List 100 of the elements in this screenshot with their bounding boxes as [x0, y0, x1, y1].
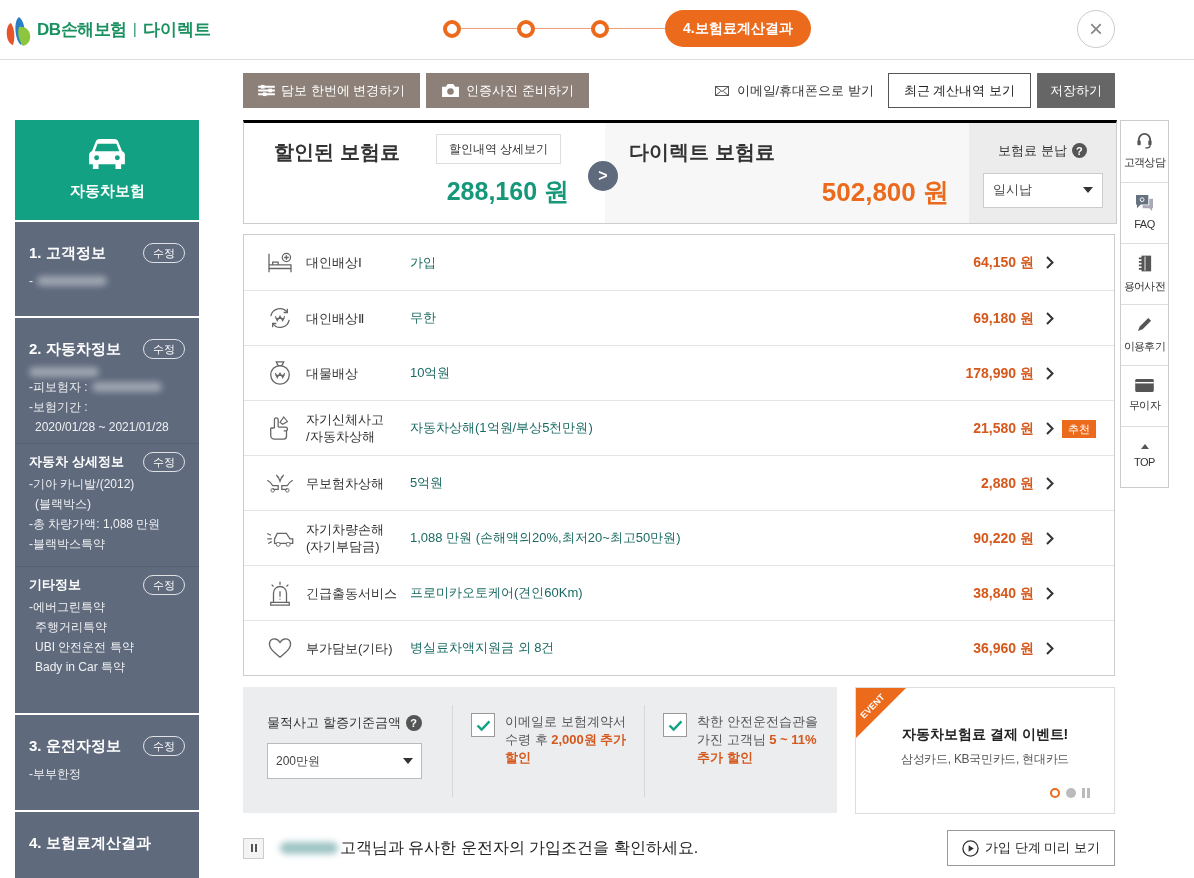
cycle-icon [267, 307, 293, 329]
coverage-row[interactable]: 무보험차상해 5억원 2,880 원 [244, 455, 1114, 510]
info-text: -총 차량가액: 1,088 만원 [29, 515, 161, 533]
info-text: UBI 안전운전 특약 [35, 638, 134, 656]
installment-select[interactable]: 일시납 [982, 172, 1103, 208]
direct-amount: 502,800 원 [821, 176, 949, 209]
up-arrow-icon[interactable] [1140, 443, 1149, 449]
section-title[interactable]: 3. 운전자정보 [29, 735, 121, 758]
discount-detail-button[interactable]: 할인내역 상세보기 [436, 134, 562, 164]
direct-premium-title: 다이렉트 보험료 [629, 140, 775, 165]
coverage-row[interactable]: 긴급출동서비스 프로미카오토케어(견인60Km) 38,840 원 [244, 565, 1114, 620]
check-icon [475, 719, 491, 731]
subsection-title: 자동차 상세정보 [29, 452, 124, 471]
quick-menu-link[interactable]: 고객상담 [1123, 154, 1166, 171]
coverage-value: 5억원 [410, 474, 445, 493]
info-text: 주행거리특약 [35, 618, 107, 636]
event-subtitle: 삼성카드, KB국민카드, 현대카드 [900, 751, 1070, 768]
info-text: -블랙박스특약 [29, 535, 105, 553]
save-button[interactable]: 저장하기 [1037, 73, 1115, 108]
brand-name: DB손해보험 [37, 18, 127, 41]
coverage-value: 자동차상해(1억원/부상5천만원) [410, 419, 594, 438]
quick-menu-link[interactable]: 용어사전 [1123, 277, 1166, 295]
sliders-icon [258, 84, 275, 97]
pause-button[interactable] [243, 837, 264, 859]
info-text: - [29, 272, 33, 290]
envelope-icon [714, 85, 729, 96]
card-icon[interactable] [1135, 378, 1154, 392]
coverage-row[interactable]: 대물배상 10억원 178,990 원 [244, 345, 1114, 400]
chevron-icon [1046, 311, 1054, 325]
info-text: (블랙박스) [35, 495, 91, 513]
coverage-value: 10억원 [410, 364, 452, 383]
check-icon [667, 719, 683, 731]
help-icon[interactable]: ? [405, 714, 422, 731]
preview-steps-button[interactable]: 가입 단계 미리 보기 [947, 830, 1115, 866]
blurred-text [29, 366, 99, 377]
product-title: 자동차보험 [69, 180, 145, 201]
threshold-select[interactable]: 200만원 [267, 742, 422, 779]
pause-icon [250, 844, 257, 852]
chevron-icon [1046, 256, 1054, 269]
quick-menu-link[interactable]: 무이자 [1128, 396, 1161, 414]
current-step: 4.보험료계산결과 [665, 10, 811, 47]
checkbox[interactable] [471, 713, 495, 737]
threshold-label: 물적사고 할증기준금액 [267, 714, 401, 732]
chevron-icon [1046, 366, 1054, 380]
info-text: Bady in Car 특약 [35, 658, 126, 676]
coverage-name: 부가담보(기타) [306, 639, 394, 657]
quick-menu-link[interactable]: 이용후기 [1123, 337, 1166, 355]
dropdown-icon [1082, 187, 1093, 193]
checkbox[interactable] [663, 713, 687, 737]
discount-text: 이메일로 보험계약서 수령 후 2,000원 추가 할인 [505, 713, 628, 767]
camera-icon [441, 83, 461, 98]
coverage-row[interactable]: 부가담보(기타) 병실료차액지원금 외 8건 36,960 원 [244, 620, 1114, 675]
coverage-row[interactable]: 자기신체사고 /자동차상해 자동차상해(1억원/부상5천만원) 21,580 원 추천 [244, 400, 1114, 455]
help-icon[interactable]: ? [1071, 143, 1087, 159]
coverage-name: 긴급출동서비스 [306, 584, 398, 602]
coverage-row[interactable]: 대인배상Ⅱ 무한 69,180 원 [244, 290, 1114, 345]
car-icon [88, 137, 126, 170]
notebook-icon[interactable] [1137, 253, 1152, 273]
email-link[interactable]: 이메일/휴대폰으로 받기 [714, 80, 874, 101]
siren-icon [267, 580, 293, 606]
coverage-row[interactable]: 대인배상Ⅰ 가입 64,150 원 [244, 235, 1114, 290]
bed-icon [267, 251, 293, 274]
chat-bubble-icon[interactable] [1135, 193, 1154, 211]
money-bag-icon [267, 360, 293, 386]
coverage-name: 대인배상Ⅰ [306, 254, 363, 271]
coverage-name: 대물배상 [306, 364, 359, 382]
installment-label: 보험료 분납 [998, 142, 1067, 160]
coverage-value: 1,088 만원 (손해액의20%,최저20~최고50만원) [410, 529, 682, 548]
coverage-value: 프로미카오토케어(견인60Km) [410, 584, 584, 603]
history-button[interactable]: 최근 계산내역 보기 [887, 73, 1031, 108]
coverage-name: 자기차량손해 (자기부담금) [306, 521, 385, 555]
chevron-icon [1046, 586, 1054, 600]
blurred-text [91, 381, 162, 392]
section-title[interactable]: 2. 자동차정보 [29, 338, 121, 361]
info-text: -부부한정 [29, 765, 81, 783]
quick-menu-link[interactable]: FAQ [1134, 215, 1155, 233]
coverage-price: 69,180 원 [973, 308, 1034, 328]
section-title[interactable]: 1. 고객정보 [29, 242, 106, 265]
coverage-name: 대인배상Ⅱ [306, 309, 365, 327]
section-title[interactable]: 4. 보험료계산결과 [29, 832, 151, 855]
coverage-row[interactable]: 자기차량손해 (자기부담금) 1,088 만원 (손해액의20%,최저20~최고50만원) 90,220 원 [244, 510, 1114, 565]
photo-guide-button[interactable]: 인증사진 준비하기 [426, 73, 589, 108]
change-coverage-button[interactable]: 담보 한번에 변경하기 [243, 73, 421, 108]
info-text: -보험기간 : [29, 398, 88, 416]
coverage-price: 64,150 원 [973, 253, 1034, 272]
chevron-icon [1046, 421, 1054, 435]
info-text: -기아 카니발/(2012) [29, 475, 135, 493]
coverage-value: 병실료차액지원금 외 8건 [410, 639, 556, 658]
discount-amount: 288,160 원 [446, 176, 569, 207]
coverage-price: 90,220 원 [973, 528, 1034, 548]
coverage-name: 무보험차상해 [306, 474, 385, 492]
quick-menu-link[interactable]: TOP [1134, 453, 1155, 471]
subsection-title: 기타정보 [29, 575, 81, 594]
headset-icon[interactable] [1136, 132, 1153, 150]
blurred-text [280, 842, 338, 854]
pencil-icon[interactable] [1136, 315, 1153, 333]
car-crash-icon [265, 473, 295, 493]
heart-icon [267, 637, 293, 659]
coverage-name: 자기신체사고 /자동차상해 [306, 411, 385, 445]
coverage-price: 36,960 원 [973, 638, 1034, 658]
